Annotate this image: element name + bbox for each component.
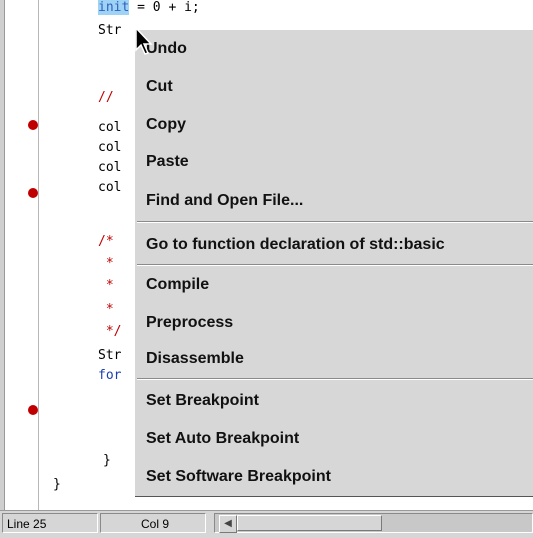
- horizontal-scrollbar[interactable]: ◀: [214, 513, 533, 533]
- code-line: //: [98, 90, 114, 105]
- menu-separator: [137, 378, 533, 380]
- code-line: }: [103, 453, 111, 468]
- menu-item-set-breakpoint[interactable]: Set Breakpoint: [135, 382, 533, 420]
- code-line: for: [98, 368, 122, 383]
- menu-item-disassemble[interactable]: Disassemble: [135, 340, 533, 378]
- menu-item-preprocess[interactable]: Preprocess: [135, 304, 533, 342]
- status-bar: Line 25 Col 9 ◀: [0, 510, 533, 538]
- code-line: *: [98, 302, 114, 317]
- menu-item-set-auto-breakpoint[interactable]: Set Auto Breakpoint: [135, 420, 533, 458]
- breakpoint-icon[interactable]: [28, 405, 38, 415]
- menu-separator: [137, 221, 533, 223]
- menu-item-paste[interactable]: Paste: [135, 143, 533, 181]
- breakpoint-gutter[interactable]: [5, 0, 39, 510]
- line-indicator: Line 25: [2, 513, 98, 533]
- code-line: /*: [98, 234, 114, 249]
- menu-item-find-open-file[interactable]: Find and Open File...: [135, 182, 533, 220]
- menu-item-go-to-declaration[interactable]: Go to function declaration of std::basic: [135, 226, 533, 264]
- context-menu: Undo Cut Copy Paste Find and Open File..…: [134, 29, 533, 496]
- code-line: Str: [98, 23, 122, 38]
- menu-item-cut[interactable]: Cut: [135, 68, 533, 106]
- breakpoint-icon[interactable]: [28, 120, 38, 130]
- code-line: Str: [98, 348, 122, 363]
- code-line: }: [53, 477, 61, 492]
- menu-item-compile[interactable]: Compile: [135, 266, 533, 304]
- scroll-thumb[interactable]: [237, 515, 382, 531]
- code-line: *: [98, 256, 114, 271]
- breakpoint-icon[interactable]: [28, 188, 38, 198]
- editor-window: init = 0 + i; Str // col col col col /* …: [0, 0, 533, 538]
- selected-text: init: [98, 0, 130, 15]
- code-line: col: [98, 120, 122, 135]
- code-line: col: [98, 140, 122, 155]
- code-line: init = 0 + i;: [98, 0, 200, 15]
- menu-item-copy[interactable]: Copy: [135, 106, 533, 144]
- mouse-cursor-icon: [135, 26, 153, 55]
- code-line: */: [98, 324, 122, 339]
- code-line: col: [98, 160, 122, 175]
- scroll-left-arrow-icon[interactable]: ◀: [219, 515, 237, 533]
- code-line: col: [98, 180, 122, 195]
- menu-item-set-software-breakpoint[interactable]: Set Software Breakpoint: [135, 458, 533, 496]
- code-line: *: [98, 278, 114, 293]
- column-indicator: Col 9: [100, 513, 206, 533]
- menu-item-undo[interactable]: Undo: [135, 30, 533, 68]
